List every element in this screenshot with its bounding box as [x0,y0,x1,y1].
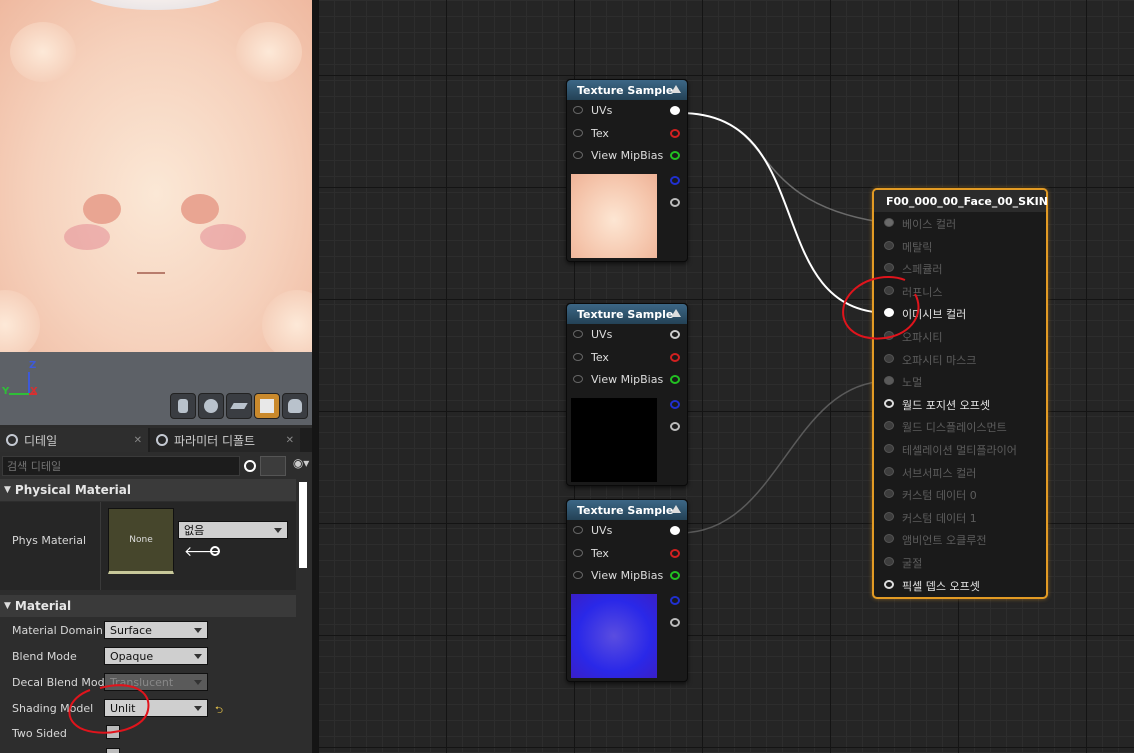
world-displacement-pin[interactable] [884,421,894,431]
a-output-pin[interactable] [670,198,680,207]
g-output-pin[interactable] [670,571,680,580]
uvs-input-pin[interactable] [573,330,583,338]
collapse-icon[interactable] [671,85,681,93]
b-output-pin[interactable] [670,176,680,185]
subsurface-color-pin[interactable] [884,466,894,476]
r-output-pin[interactable] [670,352,680,362]
specular-pin[interactable] [884,263,894,273]
rgb-output-pin[interactable] [670,106,680,115]
b-output-pin[interactable] [670,400,680,409]
material-result-node[interactable]: F00_000_00_Face_00_SKIN 베이스 컬러 메탈릭 스페큘러 … [872,188,1048,599]
opacity-pin[interactable] [884,330,894,340]
material-editor: Z Y X 디테일 ✕ 파라미터 디폴트 ✕ 검색 디테일 ◉▾ ▼ Physi… [0,0,1134,753]
ambient-occlusion-pin[interactable] [884,534,894,544]
rgb-output-pin[interactable] [670,526,680,535]
mipbias-input-pin[interactable] [573,375,583,383]
normal-pin[interactable] [884,376,894,386]
texture-sample-node-3[interactable]: Texture Sample UVs Tex View MipBias [566,499,688,682]
collapse-icon[interactable] [671,505,681,513]
tex-input-pin[interactable] [573,128,583,137]
base-color-pin[interactable] [884,218,894,227]
a-output-pin[interactable] [670,422,680,431]
a-output-pin[interactable] [670,618,680,627]
b-output-pin[interactable] [670,596,680,605]
custom-data-0-pin[interactable] [884,489,894,499]
emissive-color-pin[interactable] [884,308,894,318]
material-node-title: F00_000_00_Face_00_SKIN [886,194,1048,208]
uvs-input-pin[interactable] [573,526,583,534]
opacity-mask-pin[interactable] [884,353,894,363]
rgb-output-pin[interactable] [670,330,680,339]
pixel-depth-offset-pin[interactable] [884,579,894,589]
collapse-icon[interactable] [671,309,681,317]
texture-sample-node-1[interactable]: Texture Sample UVs Tex View MipBias [566,79,688,262]
texture-thumbnail-face [571,174,657,258]
refraction-pin[interactable] [884,556,894,566]
tex-input-pin[interactable] [573,548,583,557]
texture-thumbnail-normal [571,594,657,678]
mipbias-input-pin[interactable] [573,571,583,579]
uvs-input-pin[interactable] [573,106,583,114]
roughness-pin[interactable] [884,285,894,295]
texture-thumbnail-black [571,398,657,482]
r-output-pin[interactable] [670,128,680,138]
custom-data-1-pin[interactable] [884,511,894,521]
g-output-pin[interactable] [670,375,680,384]
tessellation-multiplier-pin[interactable] [884,443,894,453]
metallic-pin[interactable] [884,240,894,250]
texture-sample-node-2[interactable]: Texture Sample UVs Tex View MipBias [566,303,688,486]
world-position-offset-pin[interactable] [884,398,894,408]
r-output-pin[interactable] [670,548,680,558]
tex-input-pin[interactable] [573,352,583,361]
g-output-pin[interactable] [670,151,680,160]
mipbias-input-pin[interactable] [573,151,583,159]
